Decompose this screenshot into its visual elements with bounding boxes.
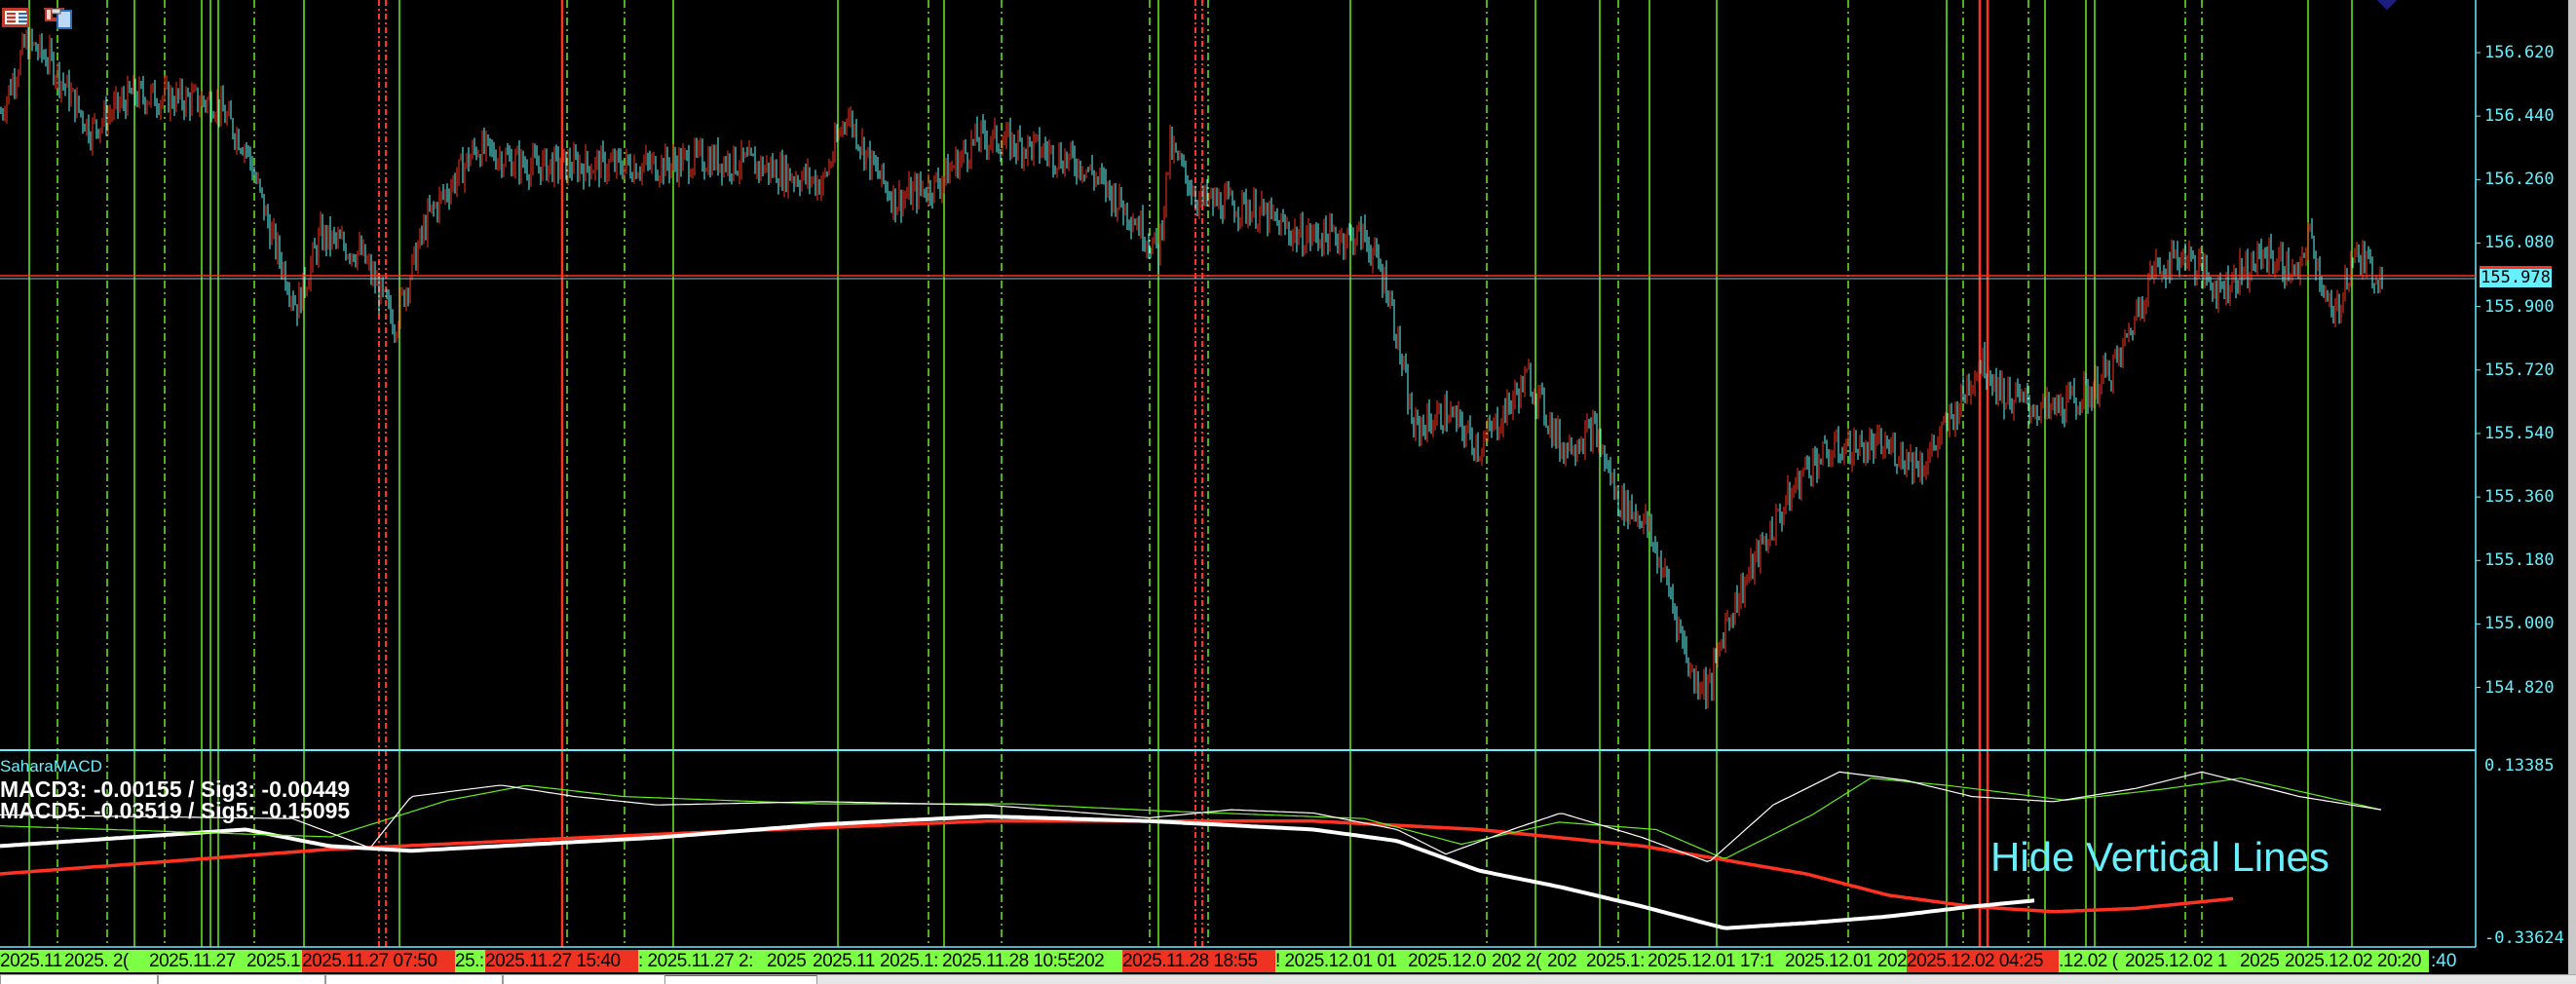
price-axis-label: 156.260 (2484, 170, 2555, 190)
time-axis-label: 2025. 2( (64, 950, 149, 972)
price-axis-label: 156.080 (2484, 233, 2555, 253)
price-axis-label: 155.360 (2484, 487, 2555, 508)
chart-tab[interactable] (503, 975, 665, 984)
time-axis-label: : 2025.11.27 2: (638, 950, 767, 972)
time-axis-label: 2025.11.27 07:50 (302, 950, 455, 972)
time-axis-label: 202 (1547, 950, 1586, 972)
macd5-readout: MACD5: -0.03519 / Sig5: -0.15095 (0, 798, 351, 823)
price-axis-label: 155.720 (2484, 360, 2555, 380)
save-template-icon[interactable] (43, 8, 72, 29)
time-axis-label: ! 2025.12.01 01 (1275, 950, 1408, 972)
time-axis-label: 2025.12.01 17:1 (1648, 950, 1785, 972)
price-axis-label: 156.440 (2484, 106, 2555, 127)
indicator-axis-min: -0.33624 (2484, 928, 2564, 948)
vertical-scrollbar[interactable] (2568, 0, 2576, 974)
time-axis-label: 2025.11.28 18:55 (1122, 950, 1275, 972)
chart-tab[interactable] (0, 975, 158, 984)
time-axis-label: 2025.12.02 04:25 (1907, 950, 2059, 972)
chart-list-icon[interactable] (2, 8, 29, 27)
indicator-name: SaharaMACD (0, 757, 102, 776)
price-axis-label: 156.620 (2484, 43, 2555, 62)
time-axis-label: 2025.1: (1586, 950, 1648, 972)
time-axis-label: 2025.1: (880, 950, 942, 972)
price-axis-label: 155.180 (2484, 550, 2555, 571)
time-axis-label: 2025.1 (246, 950, 302, 972)
time-axis-label: 2025.12.02 1 (2125, 950, 2240, 972)
time-axis-label: 2025.11 (0, 950, 64, 972)
chart-window: 156.620 156.440 156.260 156.080 155.900 155.7… (0, 0, 2576, 984)
price-axis-label: 154.820 (2484, 677, 2555, 698)
price-axis-label: 155.900 (2484, 296, 2555, 317)
indicator-axis-max: 0.13385 (2484, 756, 2555, 776)
time-axis-tail: :40 (2431, 951, 2457, 971)
time-axis-label: 202 2( (1492, 950, 1547, 972)
time-axis-label: 2025 (767, 950, 813, 972)
price-axis-label: 155.540 (2484, 423, 2555, 443)
time-axis-label: 2025 (2240, 950, 2285, 972)
time-axis-label: .12.02 ( (2059, 950, 2125, 972)
chart-tab[interactable] (158, 975, 325, 984)
time-axis-label: 25.: (455, 950, 485, 972)
current-price-tag: 155.978 (2480, 266, 2552, 287)
hide-vertical-lines-button[interactable]: Hide Vertical Lines (1990, 834, 2330, 881)
time-axis-label: 202 (1075, 950, 1122, 972)
chart-tab-active[interactable] (664, 975, 817, 984)
time-axis-label: 2025.12.02 20:20 (2285, 950, 2429, 972)
time-axis-label: 2025.12.0 (1408, 950, 1492, 972)
time-axis-label: 2025.12.01 202 (1785, 950, 1907, 972)
time-axis-label: 2025.11.28 10:55 (942, 950, 1075, 972)
chart-tab[interactable] (325, 975, 503, 984)
time-axis-label: 2025.11.27 15:40 (485, 950, 638, 972)
time-axis-label: 2025.11.27 (149, 950, 246, 972)
time-axis-label: 2025.11 (813, 950, 880, 972)
macd5-line (0, 814, 2035, 930)
price-axis-label: 155.000 (2484, 614, 2555, 634)
